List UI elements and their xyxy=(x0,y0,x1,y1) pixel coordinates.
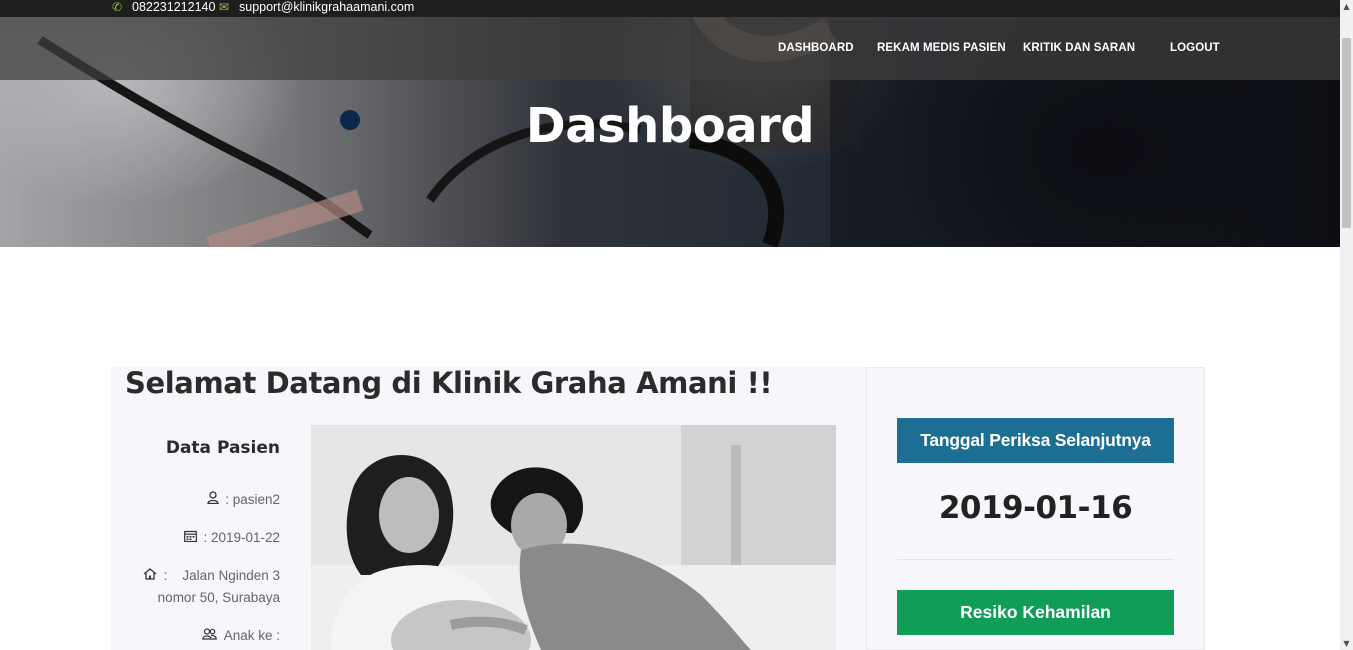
contact-topbar: ✆ 082231212140 ✉ support@klinikgrahaaman… xyxy=(0,0,1340,17)
nav-kritik-saran[interactable]: KRITIK DAN SARAN xyxy=(1023,42,1135,54)
scroll-up-icon[interactable]: ▲ xyxy=(1340,0,1353,13)
calendar-icon xyxy=(183,530,201,545)
topbar-phone: ✆ 082231212140 xyxy=(110,0,215,14)
envelope-icon: ✉ xyxy=(218,0,230,14)
patient-address-line1: : Jalan Nginden 3 xyxy=(163,568,280,583)
nav-rekam-medis[interactable]: REKAM MEDIS PASIEN xyxy=(877,42,1006,54)
next-exam-date: 2019-01-16 xyxy=(938,490,1133,526)
patient-address-line2: nomor 50, Surabaya xyxy=(157,590,280,605)
pregnancy-photo-image xyxy=(311,425,836,650)
welcome-heading: Selamat Datang di Klinik Graha Amani !! xyxy=(125,366,773,400)
email-address[interactable]: support@klinikgrahaamani.com xyxy=(239,0,414,14)
pregnancy-risk-button[interactable]: Resiko Kehamilan xyxy=(897,590,1174,635)
patient-children: Anak ke : xyxy=(202,625,280,647)
main-navbar: DASHBOARD REKAM MEDIS PASIEN KRITIK DAN … xyxy=(0,17,1340,80)
page-title: Dashboard xyxy=(525,98,815,154)
user-icon xyxy=(206,491,223,507)
patient-date: : 2019-01-22 xyxy=(183,527,280,549)
patient-date-value: : 2019-01-22 xyxy=(203,530,280,545)
users-icon xyxy=(202,628,221,643)
nav-dashboard[interactable]: DASHBOARD xyxy=(778,42,854,54)
topbar-email[interactable]: ✉ support@klinikgrahaamani.com xyxy=(217,0,414,14)
phone-number: 082231212140 xyxy=(132,0,216,14)
home-icon xyxy=(143,568,161,583)
nav-logout[interactable]: LOGOUT xyxy=(1170,42,1220,54)
scroll-down-icon[interactable]: ▼ xyxy=(1340,637,1353,650)
page-scrollbar[interactable]: ▲ ▼ xyxy=(1340,0,1353,650)
patient-data-heading: Data Pasien xyxy=(165,438,280,458)
patient-children-label: Anak ke : xyxy=(223,628,280,643)
next-exam-button[interactable]: Tanggal Periksa Selanjutnya xyxy=(897,418,1174,463)
hero-banner: ✆ 082231212140 ✉ support@klinikgrahaaman… xyxy=(0,0,1340,247)
pregnancy-photo xyxy=(311,425,836,650)
patient-username: : pasien2 xyxy=(206,489,280,511)
phone-icon: ✆ xyxy=(111,0,123,14)
patient-username-value: : pasien2 xyxy=(225,492,280,507)
panel-divider xyxy=(897,559,1174,560)
scroll-thumb[interactable] xyxy=(1342,38,1351,228)
patient-address: : Jalan Nginden 3 nomor 50, Surabaya xyxy=(143,565,280,609)
